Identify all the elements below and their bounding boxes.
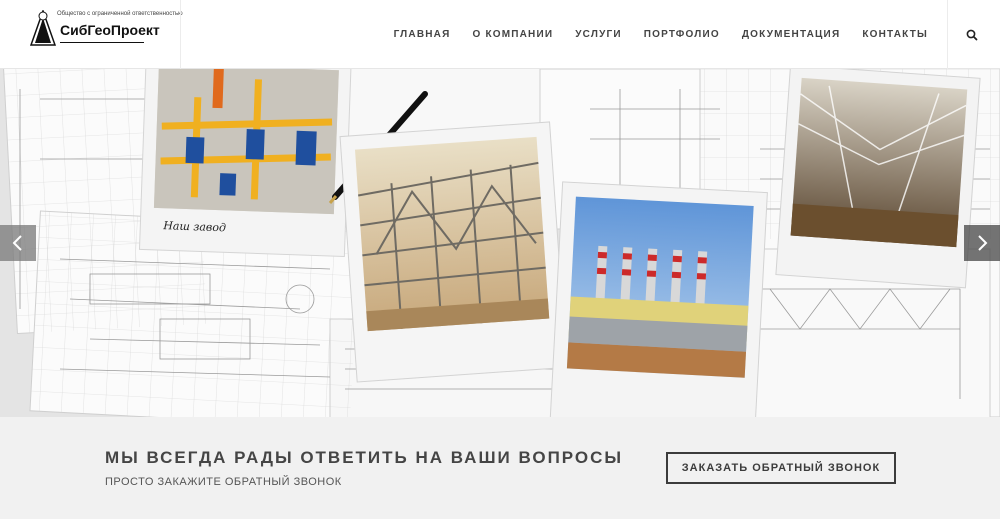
nav-item-contacts[interactable]: КОНТАКТЫ [862, 29, 928, 40]
photo-caption: Наш завод [162, 219, 226, 234]
search-icon [966, 29, 978, 41]
main-nav: ГЛАВНАЯ О КОМПАНИИ УСЛУГИ ПОРТФОЛИО ДОКУ… [372, 0, 928, 69]
photo-construction [339, 121, 568, 383]
slider-next-button[interactable] [964, 225, 1000, 261]
order-callback-button[interactable]: ЗАКАЗАТЬ ОБРАТНЫЙ ЗВОНОК [666, 452, 896, 484]
photo-towers [549, 181, 768, 417]
site-header: Общество с ограниченной ответственностью… [0, 0, 1000, 69]
search-divider [947, 0, 948, 69]
triangle-logo-icon [30, 10, 56, 46]
callback-subtext: ПРОСТО ЗАКАЖИТЕ ОБРАТНЫЙ ЗВОНОК [105, 476, 342, 488]
nav-item-home[interactable]: ГЛАВНАЯ [394, 29, 451, 40]
chevron-right-icon [978, 235, 988, 251]
logo-name: СибГеоПроект [60, 22, 160, 38]
hero-slider: Наш завод [0, 69, 1000, 417]
search-button[interactable] [962, 25, 982, 45]
chevron-left-icon [12, 235, 22, 251]
photo-pipes: Наш завод [138, 69, 352, 258]
nav-item-services[interactable]: УСЛУГИ [575, 29, 622, 40]
hero-collage: Наш завод [0, 69, 1000, 417]
slider-prev-button[interactable] [0, 225, 36, 261]
nav-item-documentation[interactable]: ДОКУМЕНТАЦИЯ [742, 29, 840, 40]
photo-hall [775, 69, 981, 289]
callback-heading: МЫ ВСЕГДА РАДЫ ОТВЕТИТЬ НА ВАШИ ВОПРОСЫ [105, 448, 624, 467]
logo[interactable]: Общество с ограниченной ответственностью… [30, 10, 183, 50]
logo-tagline: Общество с ограниченной ответственностью [57, 11, 183, 17]
header-divider [180, 0, 181, 69]
callback-section: МЫ ВСЕГДА РАДЫ ОТВЕТИТЬ НА ВАШИ ВОПРОСЫ … [0, 417, 1000, 519]
nav-item-portfolio[interactable]: ПОРТФОЛИО [644, 29, 720, 40]
logo-underline [60, 42, 144, 43]
nav-item-about[interactable]: О КОМПАНИИ [472, 29, 553, 40]
